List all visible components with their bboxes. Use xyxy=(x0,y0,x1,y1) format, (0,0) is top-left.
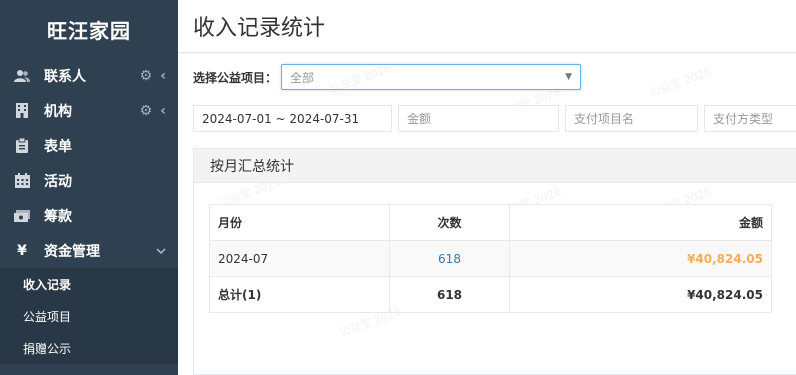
sidebar-item-label: 表单 xyxy=(44,138,72,155)
sidebar-item-forms[interactable]: 表单 xyxy=(0,128,178,163)
gear-icon[interactable]: ⚙ xyxy=(140,68,153,84)
sidebar-item-label: 资金管理 xyxy=(44,243,100,260)
pay-item-input[interactable]: 支付项目名 xyxy=(565,105,698,132)
caret-down-icon: ▼ xyxy=(565,72,573,82)
cell-count-link[interactable]: 618 xyxy=(389,240,510,277)
column-header-month: 月份 xyxy=(209,204,390,241)
brand-title: 旺汪家园 xyxy=(47,18,131,43)
chevron-down-icon[interactable] xyxy=(156,243,166,259)
sidebar-item-fund-management[interactable]: ¥ 资金管理 xyxy=(0,233,178,268)
submenu-item-income-records[interactable]: 收入记录 xyxy=(0,268,178,300)
sidebar-item-label: 筹款 xyxy=(44,208,72,225)
sidebar-item-label: 机构 xyxy=(44,103,72,120)
pay-type-input[interactable]: 支付方类型 xyxy=(704,105,796,132)
yen-icon: ¥ xyxy=(17,242,27,259)
cell-month: 2024-07 xyxy=(209,240,390,277)
project-select[interactable]: 全部 ▼ xyxy=(281,64,582,90)
sidebar-item-fundraising[interactable]: 筹款 xyxy=(0,198,178,233)
calendar-icon xyxy=(14,173,30,189)
column-header-count: 次数 xyxy=(389,204,510,241)
project-filter: 选择公益项目： 全部 ▼ xyxy=(193,64,582,90)
submenu-item-charity-projects[interactable]: 公益项目 xyxy=(0,300,178,332)
item-tools: ⚙ ‹ xyxy=(140,93,166,128)
item-tools xyxy=(156,233,166,268)
money-icon xyxy=(14,208,30,224)
fund-management-submenu: 收入记录 公益项目 捐赠公示 xyxy=(0,268,178,364)
project-filter-label: 选择公益项目： xyxy=(193,70,278,85)
content-area: 公益宝 2026 公益宝 2026 公益宝 2026 公益宝 2026 公益宝 … xyxy=(178,54,796,375)
table-row: 2024-07 618 ¥40,824.05 xyxy=(209,240,772,277)
filter-inputs: 2024-07-01 ~ 2024-07-31 金额 支付项目名 支付方类型 xyxy=(193,105,796,132)
sidebar-item-label: 联系人 xyxy=(44,68,86,85)
users-icon xyxy=(14,68,30,84)
sidebar-item-events[interactable]: 活动 xyxy=(0,163,178,198)
clipboard-icon xyxy=(14,138,30,154)
project-select-value: 全部 xyxy=(290,70,315,85)
page-header: 收入记录统计 xyxy=(178,0,796,53)
column-header-amount: 金额 xyxy=(509,204,772,241)
table-header-row: 月份 次数 金额 xyxy=(209,204,772,241)
sidebar-item-contacts[interactable]: 联系人 ⚙ ‹ xyxy=(0,58,178,93)
main-area: 收入记录统计 公益宝 2026 公益宝 2026 公益宝 2026 公益宝 20… xyxy=(178,0,796,375)
building-icon xyxy=(14,103,30,119)
gear-icon[interactable]: ⚙ xyxy=(140,103,153,119)
chevron-left-icon[interactable]: ‹ xyxy=(160,68,166,84)
chevron-left-icon[interactable]: ‹ xyxy=(160,103,166,119)
panel-title: 按月汇总统计 xyxy=(194,149,796,183)
table-total-row: 总计(1) 618 ¥40,824.05 xyxy=(209,276,772,313)
sidebar-item-organizations[interactable]: 机构 ⚙ ‹ xyxy=(0,93,178,128)
amount-input[interactable]: 金额 xyxy=(398,105,559,132)
date-range-input[interactable]: 2024-07-01 ~ 2024-07-31 xyxy=(193,105,392,132)
sidebar: 旺汪家园 联系人 ⚙ ‹ 机构 ⚙ ‹ 表单 活动 筹款 ¥ 资金管理 收入记录… xyxy=(0,0,178,375)
submenu-item-donation-disclosure[interactable]: 捐赠公示 xyxy=(0,332,178,364)
cell-amount: ¥40,824.05 xyxy=(509,240,772,277)
sidebar-item-label: 活动 xyxy=(44,173,72,190)
monthly-summary-table: 月份 次数 金额 2024-07 618 ¥40,824.05 总计(1) 61… xyxy=(209,204,772,313)
total-amount: ¥40,824.05 xyxy=(509,276,772,313)
total-count: 618 xyxy=(389,276,510,313)
total-label: 总计(1) xyxy=(209,276,390,313)
page-title: 收入记录统计 xyxy=(193,16,326,41)
item-tools: ⚙ ‹ xyxy=(140,58,166,93)
